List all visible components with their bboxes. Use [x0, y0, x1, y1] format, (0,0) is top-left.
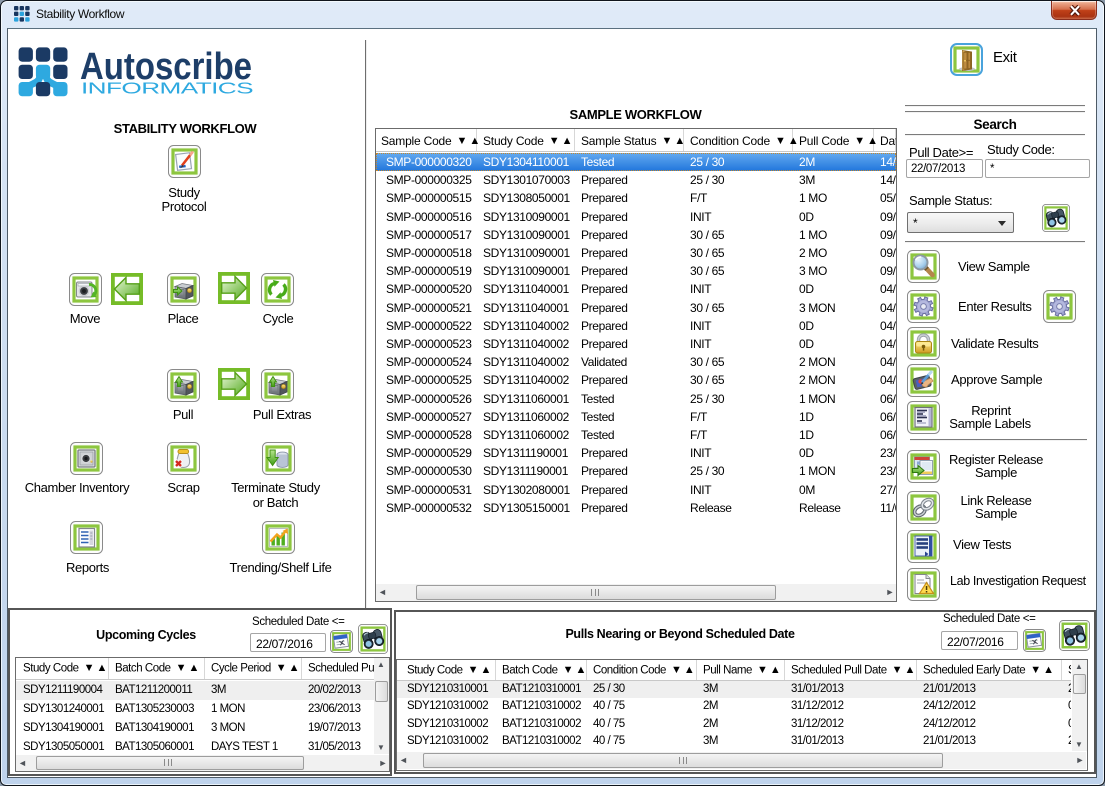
svg-text:INFORMATICS: INFORMATICS: [81, 81, 253, 98]
